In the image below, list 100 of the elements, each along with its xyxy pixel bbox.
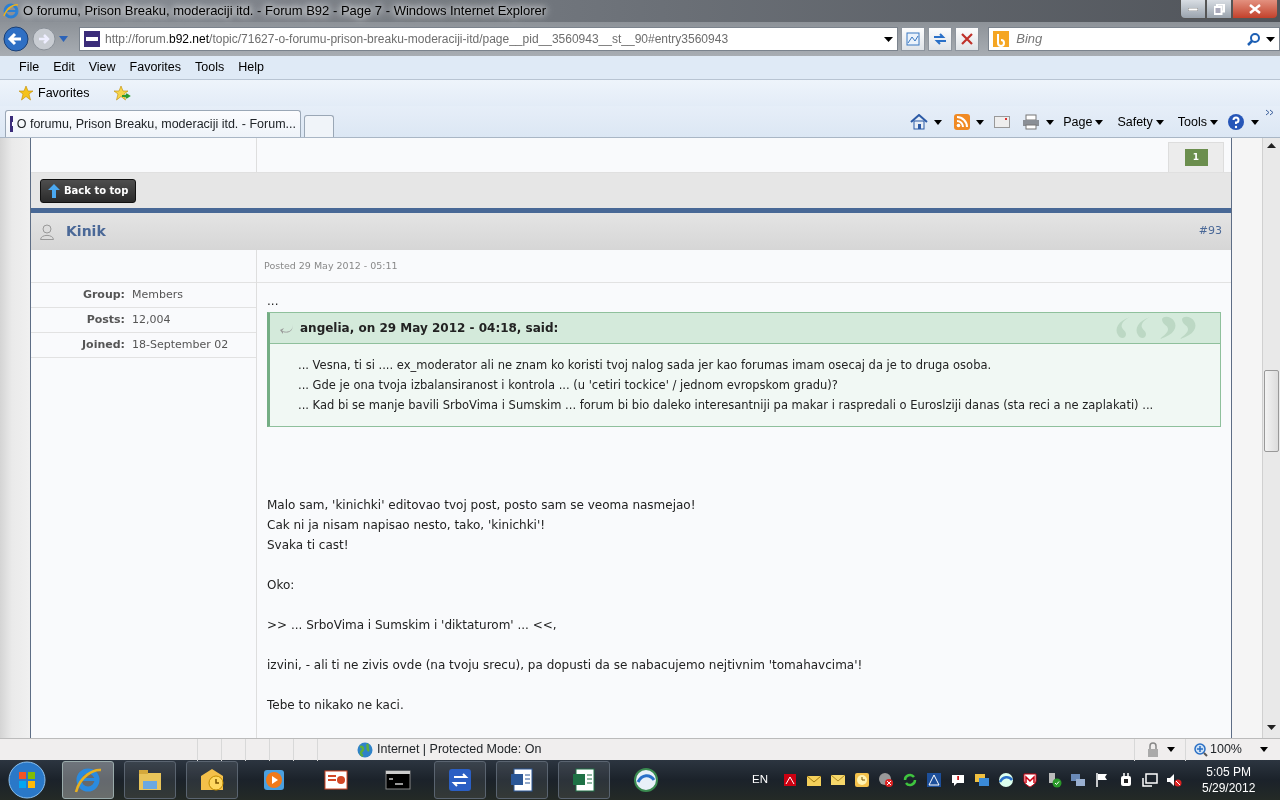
- field-value: Members: [132, 286, 183, 303]
- printer-icon[interactable]: [1022, 114, 1041, 130]
- pdf-icon[interactable]: [782, 772, 798, 788]
- add-favorite-icon[interactable]: [113, 85, 132, 101]
- menu-item[interactable]: Favorites: [122, 56, 188, 79]
- globe-icon[interactable]: [998, 772, 1014, 788]
- address-field[interactable]: http://forum.b92.net/topic/71627-o-forumu-prison-breaku-moderaciji-itd/page__pid__3560943__st__90#entry3560943: [78, 27, 899, 51]
- post-text: Cak ni ja nisam napisao nesto, tako, 'kinichki'!: [267, 517, 547, 534]
- zoom-level[interactable]: 100%: [1210, 740, 1258, 759]
- restore-button[interactable]: [1206, 0, 1232, 19]
- taskbar-button[interactable]: [558, 761, 610, 799]
- start-button[interactable]: [8, 761, 46, 799]
- taskbar-button[interactable]: [434, 761, 486, 799]
- sync-icon[interactable]: [902, 772, 918, 788]
- quote-text: ... Kad bi se manje bavili SrboVima i Sumskim ... forum bi bio daleko interesantniji pa makar i raspredali o Euroslziji danas (sta reci a ne zaplakati) ...: [298, 397, 1155, 414]
- flag-icon[interactable]: [1094, 772, 1110, 788]
- command-menu[interactable]: Page: [1060, 112, 1107, 132]
- monitor-icon[interactable]: [974, 772, 990, 788]
- back-to-top-button[interactable]: Back to top: [40, 178, 137, 203]
- network-icon[interactable]: [1142, 772, 1158, 788]
- clock-time: 5:05 PM: [1205, 764, 1253, 780]
- menu-item[interactable]: Edit: [46, 56, 82, 79]
- browser-tab[interactable]: O forumu, Prison Breaku, moderaciji itd. - Forum...: [5, 110, 301, 137]
- close-icon: [960, 32, 975, 46]
- menu-item[interactable]: File: [12, 56, 47, 79]
- author-link[interactable]: Kinik: [66, 221, 106, 242]
- menu-item[interactable]: Tools: [188, 56, 232, 79]
- menu-item[interactable]: View: [81, 56, 123, 79]
- taskbar-button[interactable]: [124, 761, 176, 799]
- minimize-button[interactable]: [1180, 0, 1206, 19]
- close-icon: [1249, 4, 1261, 14]
- refresh-icon: [932, 31, 949, 47]
- taskbar-button[interactable]: [186, 761, 238, 799]
- search-field[interactable]: Bing: [1014, 28, 1242, 50]
- refresh-button[interactable]: [928, 27, 953, 51]
- caret-icon: [1155, 119, 1164, 125]
- zoom-icon[interactable]: [1194, 742, 1208, 757]
- lock-icon[interactable]: [1145, 741, 1161, 758]
- browser-icon: [74, 766, 102, 794]
- usb-icon[interactable]: [1046, 772, 1062, 788]
- clock-date: 5/29/2012: [1202, 780, 1256, 796]
- clock-icon[interactable]: [854, 772, 870, 788]
- address-text: http://forum.b92.net/topic/71627-o-forumu-prison-breaku-moderaciji-itd/page__pid__3560943__st__90#entry3560943: [104, 31, 730, 48]
- shield-icon[interactable]: [1022, 772, 1038, 788]
- search-engine-icon: [993, 31, 1010, 47]
- post-text: >> ... SrboVima i Sumskim i 'diktaturom' ... <<,: [267, 617, 558, 634]
- browser-icon: [3, 3, 19, 19]
- caret-icon[interactable]: [1251, 119, 1259, 125]
- search-icon[interactable]: [1247, 32, 1261, 46]
- chevron-icon[interactable]: [1265, 109, 1274, 116]
- dropdown-icon[interactable]: [1266, 36, 1275, 42]
- post-text: ...: [267, 293, 280, 310]
- speaker-muted-icon[interactable]: [1166, 772, 1182, 788]
- help-icon[interactable]: [1227, 113, 1245, 131]
- compatibility-view-button[interactable]: [901, 27, 926, 51]
- caret-icon[interactable]: [1260, 747, 1268, 752]
- quote-text: ... Vesna, ti si .... ex_moderator ali ne znam ko koristi tvoj nalog sada jer kao forumas imam osecaj da je to druga osoba.: [298, 357, 993, 374]
- user-icon: [40, 223, 54, 240]
- close-button[interactable]: [1232, 0, 1278, 19]
- post-number-link[interactable]: #93: [1198, 223, 1222, 240]
- globe-icon: [357, 741, 373, 758]
- menu-item[interactable]: Help: [231, 56, 271, 79]
- scrollbar-thumb[interactable]: [1264, 370, 1279, 452]
- alert-icon[interactable]: [950, 772, 966, 788]
- envelope-clock-icon: [198, 766, 226, 794]
- command-menu[interactable]: Tools: [1174, 112, 1221, 132]
- back-button[interactable]: [3, 26, 29, 52]
- caret-icon[interactable]: [1167, 747, 1175, 752]
- page-number[interactable]: 1: [1184, 149, 1208, 166]
- quote-citation: angelia, on 29 May 2012 - 04:18, said:: [300, 320, 559, 337]
- search-bar[interactable]: Bing: [988, 27, 1280, 51]
- envelope-icon[interactable]: [830, 772, 846, 788]
- favorites-button[interactable]: Favorites: [14, 81, 94, 105]
- field-value: 18-September 02: [132, 336, 229, 353]
- minimize-icon: [1188, 7, 1198, 11]
- caret-icon: [1210, 119, 1218, 125]
- scroll-up-icon[interactable]: [1267, 143, 1276, 148]
- post-text: Tebe to nikako ne kaci.: [267, 697, 405, 714]
- language-indicator[interactable]: EN: [752, 771, 768, 789]
- computers-icon[interactable]: [1070, 772, 1086, 788]
- post-text: Malo sam, 'kinichki' editovao tvoj post, posto sam se veoma nasmejao!: [267, 497, 697, 514]
- stop-button[interactable]: [955, 27, 980, 51]
- home-icon[interactable]: [910, 114, 929, 130]
- network-error-icon[interactable]: [878, 772, 894, 788]
- security-zone-text: Internet | Protected Mode: On: [377, 741, 542, 759]
- quote-text: ... Gde je ona tvoja izbalansiranost i kontrola ... (u 'cetiri tockice' / jednom evropskom gradu)?: [298, 377, 839, 394]
- power-plug-icon[interactable]: [1118, 772, 1134, 788]
- clock[interactable]: 5:05 PM 5/29/2012: [1202, 764, 1256, 796]
- scroll-down-icon[interactable]: [1267, 725, 1276, 730]
- command-menu[interactable]: Safety: [1114, 112, 1167, 132]
- caret-icon[interactable]: [976, 119, 985, 125]
- caret-icon[interactable]: [1046, 119, 1055, 125]
- restore-icon: [1213, 3, 1225, 15]
- caret-icon[interactable]: [934, 119, 943, 125]
- post-date: Posted 29 May 2012 - 05:11: [264, 258, 398, 273]
- dropdown-icon[interactable]: [884, 36, 894, 42]
- globe-icon: [632, 766, 660, 794]
- broken-page-icon: [905, 31, 922, 47]
- star-icon: [18, 85, 34, 101]
- taskbar-button[interactable]: [496, 761, 548, 799]
